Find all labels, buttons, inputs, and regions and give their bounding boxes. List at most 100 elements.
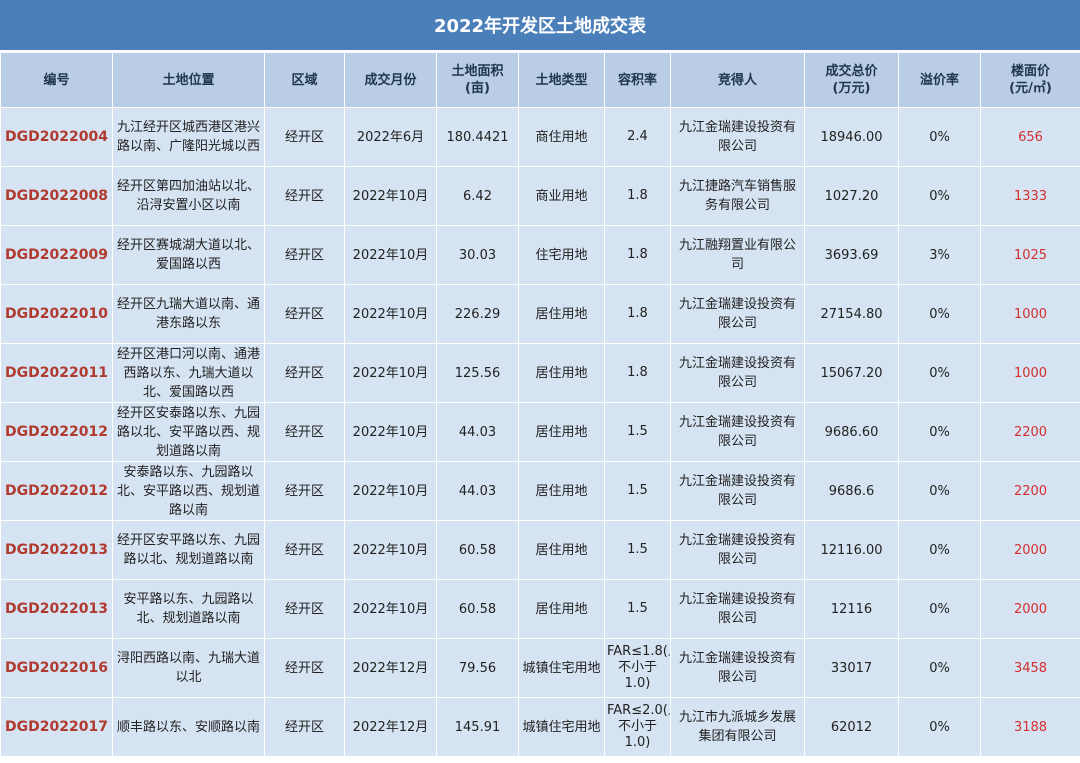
cell-location: 浔阳西路以南、九瑞大道以北 [112, 638, 265, 698]
cell-area: 44.03 [436, 461, 519, 521]
cell-month: 2022年10月 [344, 520, 437, 580]
cell-far: 1.8 [604, 166, 671, 226]
cell-area: 180.4421 [436, 107, 519, 167]
cell-floor-price: 1333 [980, 166, 1080, 226]
header-premium-rate: 溢价率 [898, 52, 981, 108]
header-location: 土地位置 [112, 52, 265, 108]
header-row: 编号 土地位置 区域 成交月份 土地面积 (亩) 土地类型 容积率 竞得人 成交… [0, 52, 1080, 108]
table-row: DGD2022011 经开区港口河以南、通港西路以东、九瑞大道以北、爱国路以西 经开… [0, 343, 1080, 403]
cell-total-price: 15067.20 [804, 343, 899, 403]
cell-far: 1.8 [604, 284, 671, 344]
cell-code: DGD2022016 [0, 638, 113, 698]
cell-code: DGD2022010 [0, 284, 113, 344]
cell-area: 60.58 [436, 520, 519, 580]
cell-far: 2.4 [604, 107, 671, 167]
cell-location: 安平路以东、九园路以北、规划道路以南 [112, 579, 265, 639]
cell-winner: 九江金瑞建设投资有限公司 [670, 343, 805, 403]
cell-far: 1.8 [604, 225, 671, 285]
cell-floor-price: 2000 [980, 520, 1080, 580]
cell-code: DGD2022013 [0, 579, 113, 639]
cell-floor-price: 2000 [980, 579, 1080, 639]
cell-district: 经开区 [264, 284, 345, 344]
cell-district: 经开区 [264, 402, 345, 462]
cell-land-type: 居住用地 [518, 402, 605, 462]
cell-winner: 九江市九派城乡发展集团有限公司 [670, 697, 805, 757]
cell-premium-rate: 0% [898, 284, 981, 344]
cell-land-type: 城镇住宅用地 [518, 697, 605, 757]
cell-location: 经开区九瑞大道以南、通港东路以东 [112, 284, 265, 344]
cell-premium-rate: 0% [898, 343, 981, 403]
cell-district: 经开区 [264, 343, 345, 403]
cell-floor-price: 1000 [980, 343, 1080, 403]
cell-location: 经开区赛城湖大道以北、爱国路以西 [112, 225, 265, 285]
cell-far: 1.5 [604, 461, 671, 521]
cell-premium-rate: 0% [898, 520, 981, 580]
cell-land-type: 居住用地 [518, 284, 605, 344]
table-row: DGD2022008 经开区第四加油站以北、沿浔安置小区以南 经开区 2022年10月… [0, 166, 1080, 226]
cell-floor-price: 1025 [980, 225, 1080, 285]
cell-premium-rate: 0% [898, 166, 981, 226]
cell-premium-rate: 0% [898, 402, 981, 462]
cell-month: 2022年10月 [344, 166, 437, 226]
cell-location: 经开区安泰路以东、九园路以北、安平路以西、规划道路以南 [112, 402, 265, 462]
cell-code: DGD2022008 [0, 166, 113, 226]
header-area: 土地面积 (亩) [436, 52, 519, 108]
header-total-price: 成交总价 (万元) [804, 52, 899, 108]
cell-code: DGD2022017 [0, 697, 113, 757]
cell-premium-rate: 0% [898, 638, 981, 698]
cell-month: 2022年12月 [344, 638, 437, 698]
land-transaction-table-page: 2022年开发区土地成交表 编号 土地位置 区域 成交月份 土地面积 (亩) 土… [0, 0, 1080, 763]
cell-far: FAR≤2.0(且不小于1.0) [604, 697, 671, 757]
cell-total-price: 9686.60 [804, 402, 899, 462]
table-row: DGD2022012 经开区安泰路以东、九园路以北、安平路以西、规划道路以南 经开区… [0, 402, 1080, 462]
cell-district: 经开区 [264, 697, 345, 757]
cell-district: 经开区 [264, 166, 345, 226]
table-row: DGD2022012 安泰路以东、九园路以北、安平路以西、规划道路以南 经开区 202… [0, 461, 1080, 521]
cell-area: 30.03 [436, 225, 519, 285]
cell-location: 九江经开区城西港区港兴路以南、广隆阳光城以西 [112, 107, 265, 167]
cell-land-type: 居住用地 [518, 520, 605, 580]
cell-premium-rate: 0% [898, 579, 981, 639]
cell-floor-price: 3188 [980, 697, 1080, 757]
cell-area: 125.56 [436, 343, 519, 403]
cell-far: 1.5 [604, 402, 671, 462]
cell-floor-price: 1000 [980, 284, 1080, 344]
cell-winner: 九江金瑞建设投资有限公司 [670, 284, 805, 344]
table-row: DGD2022017 顺丰路以东、安顺路以南 经开区 2022年12月 145.91 城镇… [0, 697, 1080, 757]
cell-land-type: 商业用地 [518, 166, 605, 226]
cell-winner: 九江金瑞建设投资有限公司 [670, 520, 805, 580]
cell-winner: 九江捷路汽车销售服务有限公司 [670, 166, 805, 226]
cell-month: 2022年10月 [344, 579, 437, 639]
cell-premium-rate: 0% [898, 107, 981, 167]
cell-land-type: 居住用地 [518, 461, 605, 521]
cell-district: 经开区 [264, 461, 345, 521]
cell-winner: 九江金瑞建设投资有限公司 [670, 638, 805, 698]
cell-location: 经开区港口河以南、通港西路以东、九瑞大道以北、爱国路以西 [112, 343, 265, 403]
cell-total-price: 33017 [804, 638, 899, 698]
cell-location: 安泰路以东、九园路以北、安平路以西、规划道路以南 [112, 461, 265, 521]
cell-land-type: 城镇住宅用地 [518, 638, 605, 698]
table-row: DGD2022009 经开区赛城湖大道以北、爱国路以西 经开区 2022年10月 30.… [0, 225, 1080, 285]
cell-far: 1.8 [604, 343, 671, 403]
cell-location: 顺丰路以东、安顺路以南 [112, 697, 265, 757]
header-code: 编号 [0, 52, 113, 108]
cell-month: 2022年6月 [344, 107, 437, 167]
cell-total-price: 12116.00 [804, 520, 899, 580]
cell-month: 2022年10月 [344, 343, 437, 403]
cell-winner: 九江金瑞建设投资有限公司 [670, 402, 805, 462]
cell-floor-price: 2200 [980, 461, 1080, 521]
cell-total-price: 18946.00 [804, 107, 899, 167]
cell-month: 2022年10月 [344, 402, 437, 462]
cell-land-type: 居住用地 [518, 579, 605, 639]
cell-district: 经开区 [264, 579, 345, 639]
cell-total-price: 62012 [804, 697, 899, 757]
cell-winner: 九江金瑞建设投资有限公司 [670, 107, 805, 167]
cell-premium-rate: 0% [898, 461, 981, 521]
cell-premium-rate: 0% [898, 697, 981, 757]
cell-location: 经开区安平路以东、九园路以北、规划道路以南 [112, 520, 265, 580]
table-row: DGD2022013 安平路以东、九园路以北、规划道路以南 经开区 2022年10月 6… [0, 579, 1080, 639]
header-month: 成交月份 [344, 52, 437, 108]
cell-total-price: 12116 [804, 579, 899, 639]
table-title: 2022年开发区土地成交表 [0, 0, 1080, 52]
cell-area: 79.56 [436, 638, 519, 698]
